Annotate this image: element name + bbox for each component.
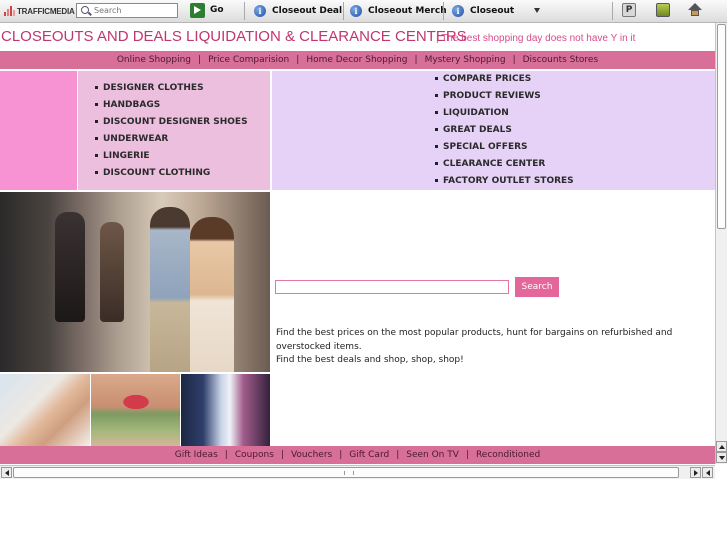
footer-link-gift-ideas[interactable]: Gift Ideas bbox=[175, 450, 218, 460]
footer-link-reconditioned[interactable]: Reconditioned bbox=[476, 450, 540, 460]
nav-link-discounts-stores[interactable]: Discounts Stores bbox=[523, 55, 599, 65]
chevron-down-icon[interactable] bbox=[534, 8, 540, 13]
vertical-scroll-thumb[interactable] bbox=[717, 24, 726, 229]
category-item[interactable]: COMPARE PRICES bbox=[435, 71, 574, 88]
footer-link-seen-on-tv[interactable]: Seen On TV bbox=[406, 450, 459, 460]
p-icon[interactable]: P bbox=[622, 3, 636, 17]
category-label: CLEARANCE CENTER bbox=[443, 159, 546, 169]
category-label: SPECIAL OFFERS bbox=[443, 142, 528, 152]
toolbar-item-label: Closeout Deal bbox=[272, 6, 343, 16]
footer-link-vouchers[interactable]: Vouchers bbox=[291, 450, 332, 460]
category-list-right: COMPARE PRICES PRODUCT REVIEWS LIQUIDATI… bbox=[435, 71, 574, 190]
page-tagline: | The best shopping day does not have Y … bbox=[436, 33, 636, 44]
search-button[interactable]: Search bbox=[515, 277, 559, 297]
category-item[interactable]: LIQUIDATION bbox=[435, 105, 574, 122]
category-panel-left: DESIGNER CLOTHES HANDBAGS DISCOUNT DESIG… bbox=[78, 71, 270, 190]
category-item[interactable]: SPECIAL OFFERS bbox=[435, 139, 574, 156]
intro-text: Find the best prices on the most popular… bbox=[276, 327, 726, 368]
category-item[interactable]: LINGERIE bbox=[95, 148, 248, 165]
category-label: LINGERIE bbox=[103, 151, 150, 161]
go-button[interactable]: Go bbox=[210, 5, 224, 15]
toolbar-search-box[interactable] bbox=[76, 3, 178, 18]
category-label: HANDBAGS bbox=[103, 100, 161, 110]
home-icon[interactable] bbox=[688, 3, 702, 17]
category-label: DESIGNER CLOTHES bbox=[103, 83, 204, 93]
top-nav: Online Shopping | Price Comparision | Ho… bbox=[0, 51, 715, 69]
info-icon: i bbox=[350, 5, 362, 17]
money-lips-photo bbox=[91, 374, 180, 446]
category-item[interactable]: PRODUCT REVIEWS bbox=[435, 88, 574, 105]
nav-link-price-comparision[interactable]: Price Comparision bbox=[208, 55, 289, 65]
nav-separator: | bbox=[224, 450, 228, 460]
category-item[interactable]: FACTORY OUTLET STORES bbox=[435, 173, 574, 190]
vertical-scrollbar[interactable] bbox=[715, 23, 727, 464]
category-label: UNDERWEAR bbox=[103, 134, 169, 144]
scroll-down-icon[interactable] bbox=[716, 452, 727, 463]
nav-separator: | bbox=[396, 450, 400, 460]
shopping-couple-photo bbox=[0, 192, 270, 372]
scroll-right-icon[interactable] bbox=[690, 467, 701, 478]
nav-separator: | bbox=[339, 450, 343, 460]
nav-separator: | bbox=[465, 450, 469, 460]
logo-bars-icon bbox=[4, 6, 15, 16]
nav-separator: | bbox=[414, 55, 418, 65]
toolbar-separator bbox=[244, 2, 245, 20]
category-label: PRODUCT REVIEWS bbox=[443, 91, 541, 101]
nav-separator: | bbox=[296, 55, 300, 65]
search-icon bbox=[81, 6, 89, 14]
nav-separator: | bbox=[280, 450, 284, 460]
toolbar-separator bbox=[343, 2, 344, 20]
category-item[interactable]: UNDERWEAR bbox=[95, 131, 248, 148]
toolbar-separator bbox=[612, 2, 613, 20]
category-label: FACTORY OUTLET STORES bbox=[443, 176, 574, 186]
toolbar-separator bbox=[443, 2, 444, 20]
category-item[interactable]: DESIGNER CLOTHES bbox=[95, 80, 248, 97]
category-item[interactable]: GREAT DEALS bbox=[435, 122, 574, 139]
legs-photo bbox=[0, 374, 90, 446]
footer-link-coupons[interactable]: Coupons bbox=[235, 450, 274, 460]
scroll-left-icon[interactable] bbox=[702, 467, 713, 478]
toolbar-search-input[interactable] bbox=[94, 5, 174, 16]
scroll-left-icon[interactable] bbox=[1, 467, 12, 478]
category-label: COMPARE PRICES bbox=[443, 74, 532, 84]
horizontal-scroll-thumb[interactable] bbox=[13, 467, 679, 478]
toolbar-item-label: Closeout Merch bbox=[368, 6, 447, 16]
scroll-up-icon[interactable] bbox=[716, 441, 727, 452]
browser-toolbar: TRAFFICMEDIA Go i Closeout Deal i Closeo… bbox=[0, 0, 727, 23]
nav-separator: | bbox=[198, 55, 202, 65]
logo-text: TRAFFICMEDIA bbox=[17, 6, 75, 16]
mail-icon[interactable] bbox=[656, 3, 670, 17]
category-item[interactable]: CLEARANCE CENTER bbox=[435, 156, 574, 173]
horizontal-scrollbar[interactable] bbox=[0, 465, 715, 479]
category-item[interactable]: DISCOUNT CLOTHING bbox=[95, 165, 248, 182]
toolbar-item-closeout[interactable]: i Closeout bbox=[452, 3, 514, 19]
category-item[interactable]: HANDBAGS bbox=[95, 97, 248, 114]
category-pink-block bbox=[0, 71, 77, 190]
category-item[interactable]: DISCOUNT DESIGNER SHOES bbox=[95, 114, 248, 131]
toolbar-item-closeout-deal[interactable]: i Closeout Deal bbox=[254, 3, 342, 19]
nav-link-mystery-shopping[interactable]: Mystery Shopping bbox=[425, 55, 506, 65]
trafficmedia-logo[interactable]: TRAFFICMEDIA bbox=[4, 5, 75, 17]
toolbar-item-label: Closeout bbox=[470, 6, 515, 16]
toolbar-item-closeout-merch[interactable]: i Closeout Merch bbox=[350, 3, 447, 19]
category-list-left: DESIGNER CLOTHES HANDBAGS DISCOUNT DESIG… bbox=[95, 80, 248, 182]
nav-link-online-shopping[interactable]: Online Shopping bbox=[117, 55, 191, 65]
intro-line: Find the best deals and shop, shop, shop… bbox=[276, 355, 464, 365]
footer-nav: Gift Ideas | Coupons | Vouchers | Gift C… bbox=[0, 446, 715, 464]
intro-line: Find the best prices on the most popular… bbox=[276, 328, 673, 352]
page-title[interactable]: CLOSEOUTS AND DEALS LIQUIDATION & CLEARA… bbox=[1, 28, 467, 45]
category-label: DISCOUNT DESIGNER SHOES bbox=[103, 117, 248, 127]
category-label: DISCOUNT CLOTHING bbox=[103, 168, 211, 178]
go-arrow-icon[interactable] bbox=[190, 3, 205, 18]
nav-separator: | bbox=[512, 55, 516, 65]
search-input[interactable] bbox=[275, 280, 509, 294]
info-icon: i bbox=[254, 5, 266, 17]
category-label: LIQUIDATION bbox=[443, 108, 509, 118]
category-label: GREAT DEALS bbox=[443, 125, 512, 135]
category-panel-right: COMPARE PRICES PRODUCT REVIEWS LIQUIDATI… bbox=[272, 71, 715, 190]
info-icon: i bbox=[452, 5, 464, 17]
footer-link-gift-card[interactable]: Gift Card bbox=[349, 450, 389, 460]
nav-link-home-decor[interactable]: Home Decor Shopping bbox=[306, 55, 407, 65]
shopping-bags-photo bbox=[181, 374, 270, 446]
